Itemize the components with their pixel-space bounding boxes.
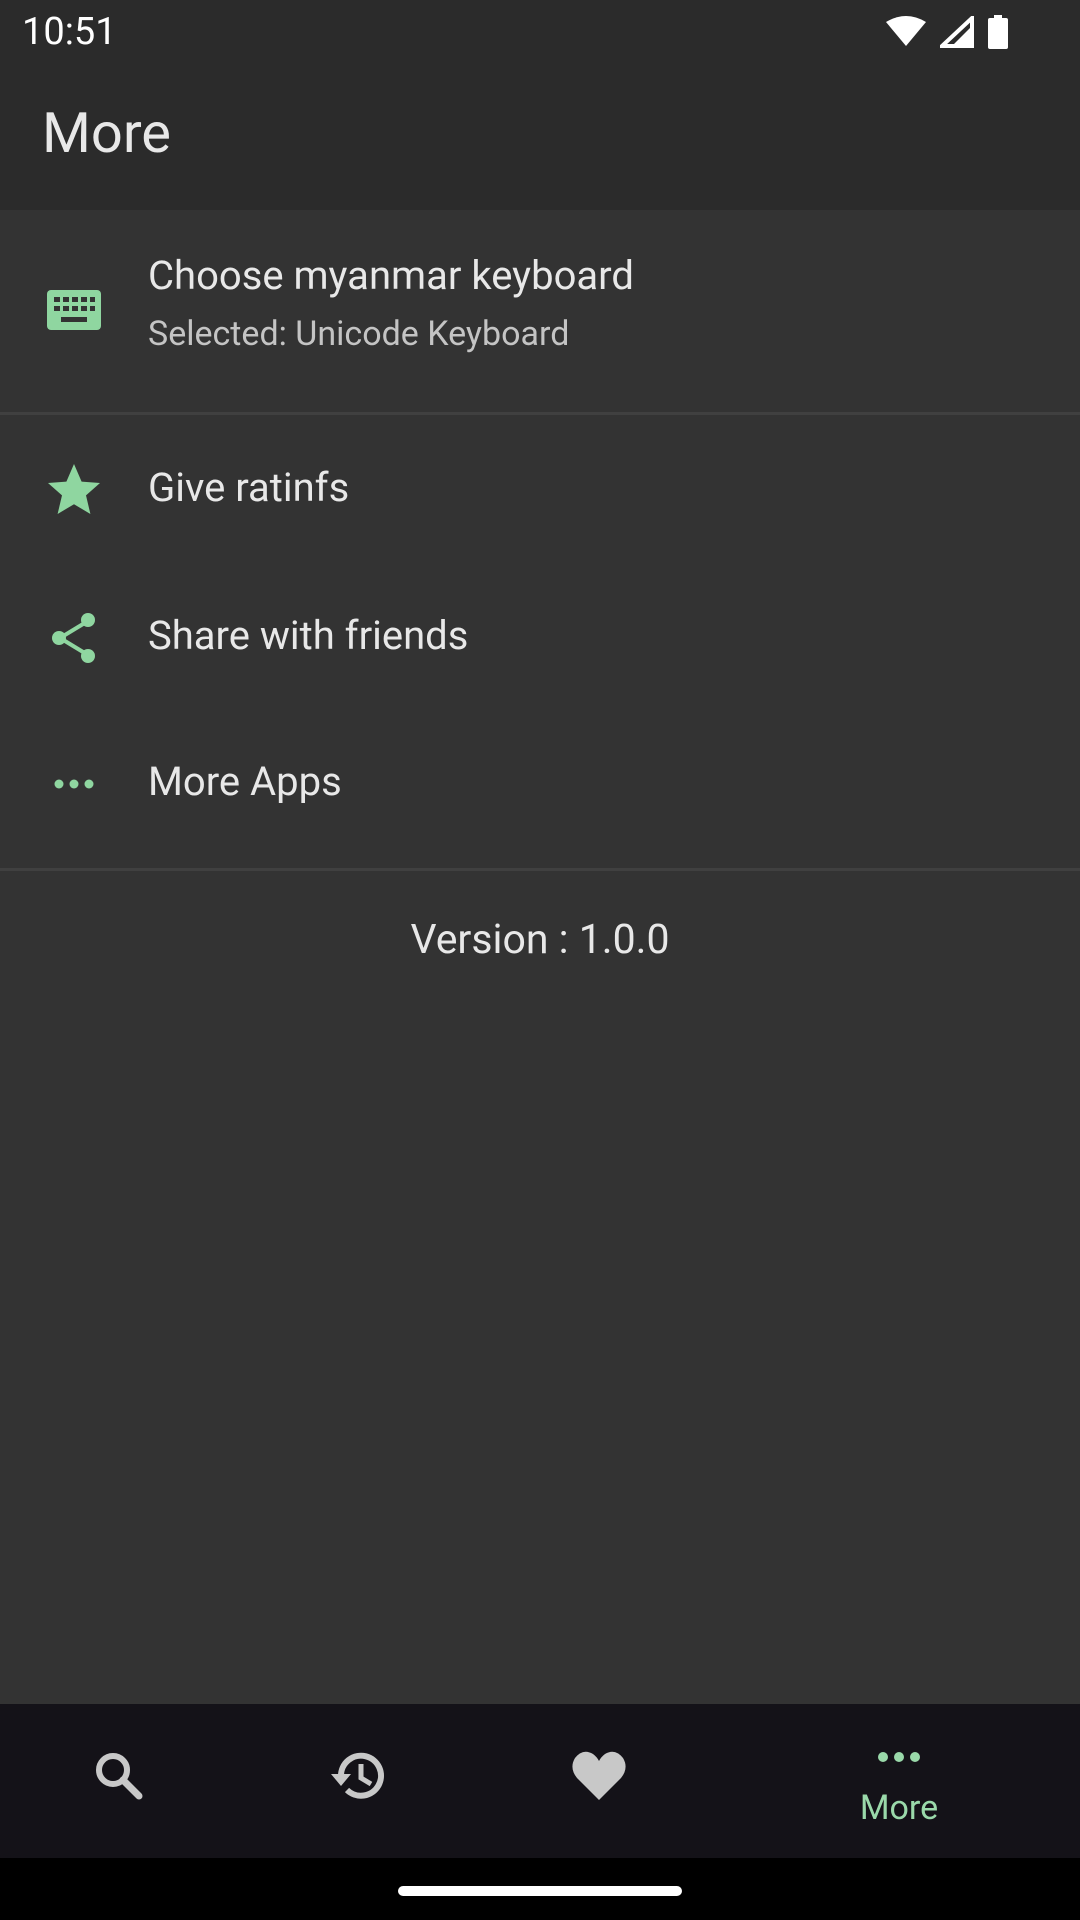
divider (0, 412, 1080, 415)
divider (0, 868, 1080, 871)
nav-more[interactable]: More (799, 1704, 999, 1858)
keyboard-item-title: Choose myanmar keyboard (148, 252, 634, 299)
nav-search[interactable] (19, 1704, 219, 1858)
nav-more-label: More (859, 1788, 939, 1828)
nav-history[interactable] (259, 1704, 459, 1858)
heart-icon (572, 1751, 626, 1800)
give-ratings-label: Give ratinfs (148, 464, 350, 511)
page-title: More (42, 100, 171, 166)
home-gesture-handle[interactable] (398, 1886, 682, 1896)
more-apps-item[interactable]: More Apps (0, 710, 1080, 858)
choose-keyboard-item[interactable]: Choose myanmar keyboard Selected: Unicod… (0, 210, 1080, 412)
nav-favorites[interactable] (499, 1704, 699, 1858)
bottom-navigation: More (0, 1704, 1080, 1858)
more-horiz-icon (44, 754, 104, 814)
status-time: 10:51 (22, 10, 117, 54)
share-label: Share with friends (148, 612, 469, 659)
battery-icon (988, 15, 1008, 49)
app-bar: More (0, 64, 1080, 210)
gesture-bar (0, 1858, 1080, 1920)
give-ratings-item[interactable]: Give ratinfs (0, 416, 1080, 564)
wifi-icon (886, 16, 926, 48)
keyboard-item-subtitle: Selected: Unicode Keyboard (148, 314, 570, 354)
signal-icon (940, 16, 974, 48)
more-apps-label: More Apps (148, 758, 342, 805)
share-item[interactable]: Share with friends (0, 564, 1080, 712)
history-icon (331, 1752, 384, 1799)
more-horiz-icon (878, 1752, 920, 1762)
share-icon (44, 608, 104, 668)
star-icon (44, 460, 104, 520)
keyboard-icon (44, 280, 104, 340)
settings-list: Choose myanmar keyboard Selected: Unicod… (0, 210, 1080, 1704)
status-bar: 10:51 (0, 0, 1080, 64)
status-icons (886, 14, 1008, 50)
search-icon (96, 1753, 143, 1800)
version-label: Version : 1.0.0 (410, 916, 670, 964)
